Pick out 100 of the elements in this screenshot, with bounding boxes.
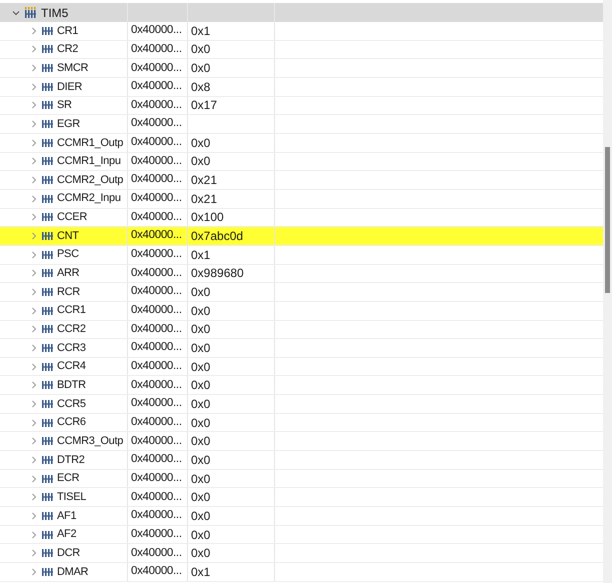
tree-row[interactable]: CCR1 0x40000... 0x0 <box>0 302 603 320</box>
register-icon <box>42 269 53 278</box>
tree-row[interactable]: CCR4 0x40000... 0x0 <box>0 358 603 376</box>
expand-icon[interactable] <box>30 194 38 203</box>
expand-icon[interactable] <box>30 400 38 408</box>
expand-icon[interactable] <box>30 250 38 259</box>
register-name: CCR6 <box>57 415 86 430</box>
tree-row[interactable]: SR 0x40000... 0x17 <box>0 96 603 116</box>
expand-icon[interactable] <box>30 456 38 464</box>
tree-row[interactable]: CCR3 0x40000... 0x0 <box>0 339 603 358</box>
register-address: 0x40000... <box>131 266 182 281</box>
register-name: SMCR <box>57 60 88 76</box>
register-value: 0x0 <box>191 60 210 78</box>
register-icon <box>42 362 53 371</box>
register-icon <box>42 157 53 166</box>
register-icon <box>42 437 53 446</box>
expand-icon[interactable] <box>30 157 38 166</box>
tree-row[interactable]: CCR6 0x40000... 0x0 <box>0 414 603 432</box>
register-icon <box>42 82 53 91</box>
register-icon <box>42 344 53 352</box>
expand-icon[interactable] <box>30 306 38 315</box>
scrollbar[interactable] <box>603 0 612 583</box>
expand-icon[interactable] <box>30 437 38 446</box>
register-icon <box>42 101 53 110</box>
expand-icon[interactable] <box>30 568 38 576</box>
scrollbar-thumb[interactable] <box>605 147 610 293</box>
register-name: ECR <box>57 471 80 486</box>
expand-icon[interactable] <box>30 269 38 278</box>
expand-icon[interactable] <box>30 64 38 72</box>
expand-icon[interactable] <box>30 82 38 91</box>
register-address: 0x40000... <box>131 414 182 430</box>
register-address: 0x40000... <box>131 42 182 57</box>
expand-icon[interactable] <box>30 512 38 520</box>
register-value: 0x0 <box>191 489 210 506</box>
register-name: CCR1 <box>57 303 86 318</box>
register-icon <box>42 400 53 408</box>
tree-row[interactable]: DTR2 0x40000... 0x0 <box>0 451 603 470</box>
tree-row[interactable]: CCMR1_Inpu 0x40000... 0x0 <box>0 152 603 172</box>
register-address: 0x40000... <box>131 172 182 188</box>
expand-icon[interactable] <box>30 530 38 539</box>
tree-row[interactable]: ECR 0x40000... 0x0 <box>0 470 603 488</box>
register-name: CCMR1_Outp <box>57 136 124 151</box>
tree-row[interactable]: CCMR3_Outp 0x40000... 0x0 <box>0 432 603 452</box>
tree-row[interactable]: PSC 0x40000... 0x1 <box>0 246 603 265</box>
expand-icon[interactable] <box>30 26 38 35</box>
expand-icon[interactable] <box>30 381 38 390</box>
expand-icon[interactable] <box>30 549 38 558</box>
register-address: 0x40000... <box>131 490 182 505</box>
expand-icon[interactable] <box>30 213 38 222</box>
register-value: 0x0 <box>191 358 210 376</box>
tree-row[interactable]: CNT 0x40000... 0x7abc0d <box>0 227 603 246</box>
expand-icon[interactable] <box>30 362 38 371</box>
tree-row[interactable]: BDTR 0x40000... 0x0 <box>0 376 603 396</box>
expand-icon[interactable] <box>30 232 38 240</box>
tree-row[interactable]: CR2 0x40000... 0x0 <box>0 40 603 60</box>
tree-row[interactable]: DMAR 0x40000... 0x1 <box>0 563 603 582</box>
expand-icon[interactable] <box>30 288 38 296</box>
tree-row[interactable]: CCMR2_Inpu 0x40000... 0x21 <box>0 190 603 209</box>
tree-row[interactable]: EGR 0x40000... <box>0 115 603 134</box>
tree-row[interactable]: CCMR2_Outp 0x40000... 0x21 <box>0 171 603 190</box>
expand-icon[interactable] <box>30 474 38 483</box>
expand-icon[interactable] <box>30 138 38 147</box>
register-value: 0x989680 <box>191 265 244 282</box>
expand-icon[interactable] <box>30 176 38 184</box>
expand-icon[interactable] <box>30 493 38 502</box>
tree-row[interactable]: DIER 0x40000... 0x8 <box>0 78 603 97</box>
tree-row[interactable]: RCR 0x40000... 0x0 <box>0 283 603 302</box>
register-value: 0x0 <box>191 340 210 357</box>
tree-row[interactable]: CCR5 0x40000... 0x0 <box>0 395 603 414</box>
expand-icon[interactable] <box>30 418 38 427</box>
expand-icon[interactable] <box>30 325 38 334</box>
register-address: 0x40000... <box>131 247 182 262</box>
tree-row[interactable]: TISEL 0x40000... 0x0 <box>0 488 603 508</box>
register-value: 0x1 <box>191 564 210 581</box>
register-value: 0x21 <box>191 190 218 208</box>
tree-row[interactable]: CR1 0x40000... 0x1 <box>0 22 603 41</box>
expand-icon[interactable] <box>12 8 20 16</box>
tree-row[interactable]: CCER 0x40000... 0x100 <box>0 208 603 228</box>
register-icon <box>42 549 53 558</box>
register-value: 0x0 <box>191 545 210 562</box>
register-icon <box>42 26 53 35</box>
register-name: ARR <box>57 266 80 282</box>
tree-row[interactable]: DCR 0x40000... 0x0 <box>0 544 603 564</box>
expand-icon[interactable] <box>30 101 38 110</box>
tree-row[interactable]: AF1 0x40000... 0x0 <box>0 507 603 526</box>
tree-row[interactable]: ARR 0x40000... 0x989680 <box>0 264 603 284</box>
register-icon <box>42 64 53 72</box>
tree-row[interactable]: CCR2 0x40000... 0x0 <box>0 320 603 340</box>
expand-icon[interactable] <box>30 344 38 352</box>
register-value: 0x0 <box>191 452 210 469</box>
tree-row[interactable]: TIM5 <box>0 3 603 22</box>
register-name: CCMR2_Inpu <box>57 191 121 206</box>
expand-icon[interactable] <box>30 120 38 128</box>
register-icon <box>42 45 53 54</box>
register-value: 0x0 <box>191 526 210 544</box>
tree-row[interactable]: SMCR 0x40000... 0x0 <box>0 59 603 78</box>
register-address: 0x40000... <box>131 434 182 449</box>
tree-row[interactable]: CCMR1_Outp 0x40000... 0x0 <box>0 134 603 153</box>
expand-icon[interactable] <box>30 45 38 54</box>
tree-row[interactable]: AF2 0x40000... 0x0 <box>0 526 603 544</box>
